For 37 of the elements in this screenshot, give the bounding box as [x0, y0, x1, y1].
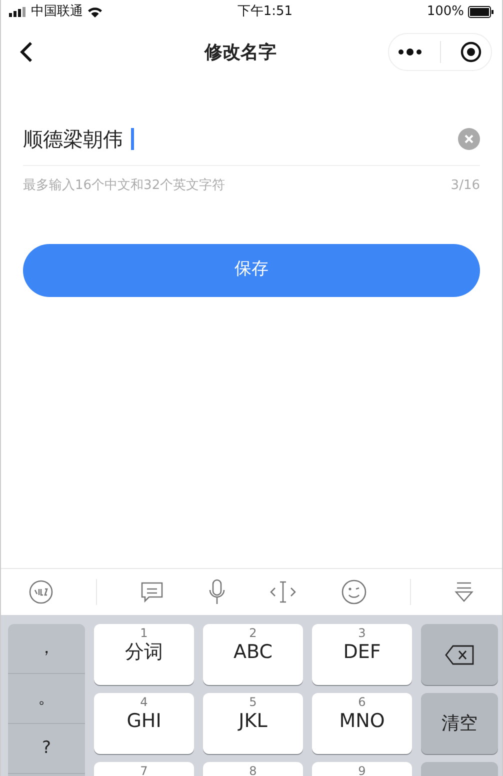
battery-percent: 100%: [426, 3, 464, 22]
punctuation-key[interactable]: ?: [8, 724, 85, 774]
keyboard-key[interactable]: 9: [312, 762, 412, 776]
status-time: 下午1:51: [237, 4, 293, 20]
name-field[interactable]: 顺德梁朝伟: [23, 112, 480, 166]
battery-icon: [468, 6, 494, 18]
char-counter: 3/16: [450, 177, 480, 195]
more-icon[interactable]: [398, 48, 422, 56]
text-cursor: [131, 128, 134, 150]
delete-key[interactable]: [421, 624, 498, 685]
hide-keyboard-icon[interactable]: [454, 581, 474, 603]
emoji-icon[interactable]: [340, 579, 367, 605]
punctuation-key[interactable]: ，: [8, 624, 85, 674]
keyboard-key[interactable]: 2 ABC: [203, 624, 303, 685]
signal-icon: [9, 7, 27, 17]
clear-key[interactable]: 清空: [421, 693, 498, 754]
input-method-icon[interactable]: [28, 580, 53, 604]
keyboard-key[interactable]: 3 DEF: [312, 624, 412, 685]
cursor-move-icon[interactable]: [269, 580, 298, 604]
keyboard-key[interactable]: 6 MNO: [312, 693, 412, 754]
keyboard-key[interactable]: 4 GHI: [94, 693, 194, 754]
microphone-icon[interactable]: [208, 579, 226, 605]
message-icon[interactable]: [140, 580, 164, 604]
hint-text: 最多输入16个中文和32个英文字符: [23, 177, 226, 195]
save-button[interactable]: 保存: [23, 244, 480, 296]
keyboard-key[interactable]: 1 分词: [94, 624, 194, 685]
page-title: 修改名字: [204, 42, 276, 62]
backspace-icon: [444, 644, 474, 666]
carrier-name: 中国联通: [31, 3, 83, 22]
wifi-icon: [87, 6, 103, 18]
punctuation-key[interactable]: 。: [8, 674, 85, 724]
keyboard-key[interactable]: 8: [203, 762, 303, 776]
back-icon[interactable]: [19, 41, 33, 63]
keyboard-key[interactable]: 7: [94, 762, 194, 776]
field-value: 顺德梁朝伟: [23, 126, 123, 152]
keyboard-key[interactable]: 5 JKL: [203, 693, 303, 754]
clear-icon[interactable]: [458, 128, 480, 150]
